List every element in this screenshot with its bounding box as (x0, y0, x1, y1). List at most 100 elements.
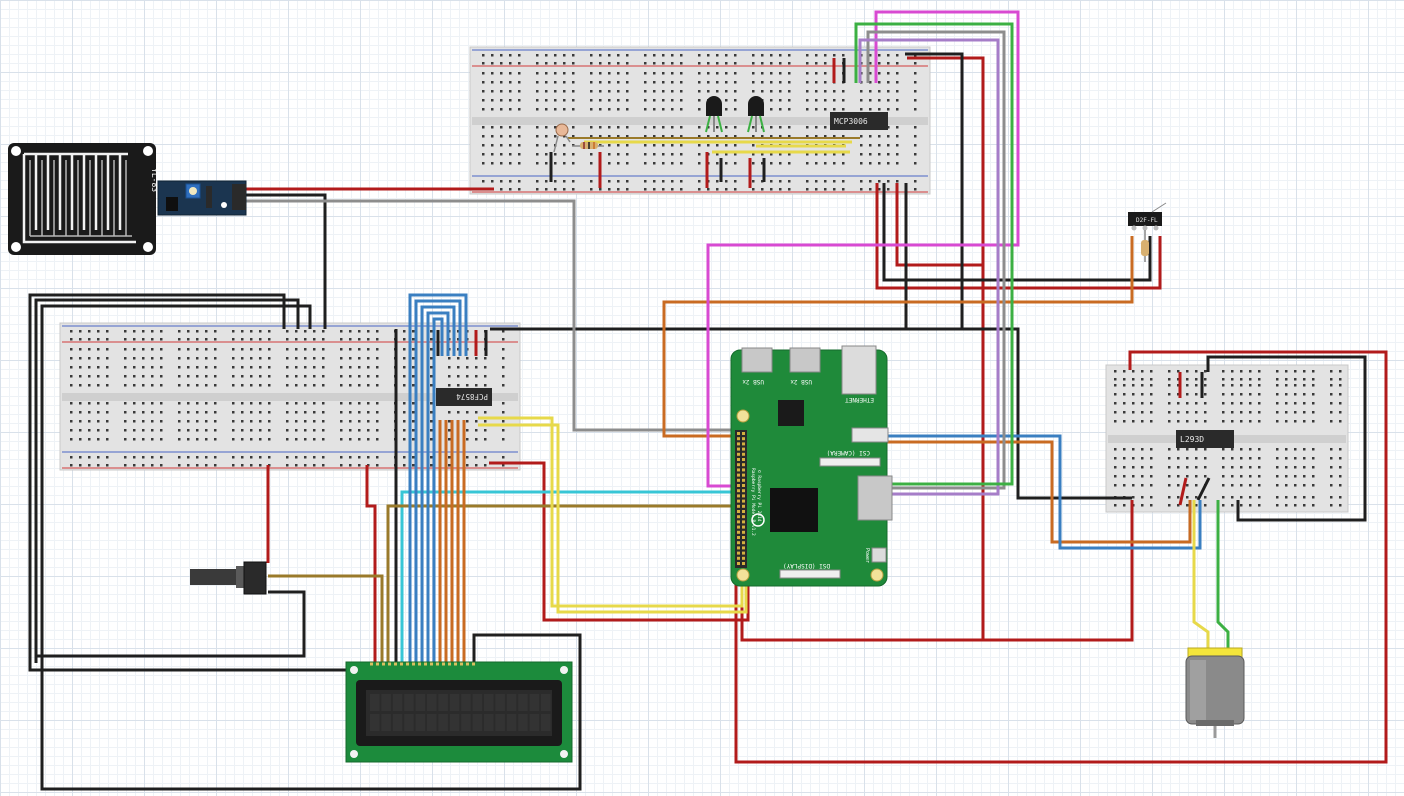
breadboard-hole (196, 456, 199, 459)
breadboard-hole (509, 153, 512, 156)
breadboard-hole (502, 438, 505, 441)
breadboard-hole (205, 338, 208, 341)
breadboard-hole (70, 411, 73, 414)
breadboard-hole (268, 348, 271, 351)
breadboard-hole (1330, 504, 1333, 507)
breadboard-hole (1114, 370, 1117, 373)
breadboard-hole (70, 338, 73, 341)
breadboard-hole (1339, 484, 1342, 487)
breadboard-hole (295, 429, 298, 432)
breadboard-hole (716, 144, 719, 147)
breadboard-hole (1141, 504, 1144, 507)
raspberry-pi: USB 2x USB 2x ETHERNET CSI (CAMERA) DSI … (730, 345, 893, 587)
breadboard-hole (1177, 466, 1180, 469)
breadboard-hole (1294, 420, 1297, 423)
breadboard-hole (322, 384, 325, 387)
breadboard-hole (788, 126, 791, 129)
breadboard-hole (1240, 393, 1243, 396)
breadboard-hole (1123, 411, 1126, 414)
breadboard-hole (617, 99, 620, 102)
breadboard-hole (482, 72, 485, 75)
breadboard-hole (1231, 402, 1234, 405)
breadboard-hole (1312, 384, 1315, 387)
breadboard-hole (878, 180, 881, 183)
breadboard-hole (1294, 496, 1297, 499)
breadboard-hole (815, 62, 818, 65)
breadboard-hole (79, 429, 82, 432)
breadboard-hole (376, 330, 379, 333)
breadboard-hole (304, 420, 307, 423)
breadboard-hole (376, 357, 379, 360)
lcd-cell (518, 694, 528, 711)
breadboard-hole (671, 99, 674, 102)
breadboard-hole (815, 54, 818, 57)
breadboard-hole (869, 162, 872, 165)
breadboard-hole (491, 72, 494, 75)
breadboard-hole (662, 72, 665, 75)
breadboard-hole (1204, 378, 1207, 381)
breadboard-hole (1177, 457, 1180, 460)
breadboard-hole (608, 99, 611, 102)
breadboard-hole (178, 420, 181, 423)
breadboard-hole (590, 62, 593, 65)
breadboard-hole (1294, 504, 1297, 507)
breadboard-hole (680, 99, 683, 102)
breadboard-hole (466, 438, 469, 441)
breadboard-hole (205, 429, 208, 432)
breadboard-hole (304, 330, 307, 333)
mcp3006-chip: MCP3006 (830, 112, 888, 130)
breadboard-hole (671, 72, 674, 75)
breadboard-hole (1276, 475, 1279, 478)
breadboard-hole (617, 90, 620, 93)
gpio-pin (737, 541, 740, 545)
breadboard-hole (1276, 411, 1279, 414)
breadboard-hole (88, 366, 91, 369)
breadboard-hole (752, 162, 755, 165)
breadboard-hole (860, 162, 863, 165)
breadboard-hole (1114, 475, 1117, 478)
breadboard-hole (304, 375, 307, 378)
breadboard-hole (482, 90, 485, 93)
breadboard-hole (680, 81, 683, 84)
breadboard-hole (545, 162, 548, 165)
breadboard-hole (367, 375, 370, 378)
breadboard-hole (295, 464, 298, 467)
breadboard-hole (491, 54, 494, 57)
breadboard-hole (268, 411, 271, 414)
breadboard-hole (376, 338, 379, 341)
breadboard-hole (860, 90, 863, 93)
breadboard-hole (653, 144, 656, 147)
breadboard-hole (502, 429, 505, 432)
breadboard-hole (1258, 393, 1261, 396)
gpio-pin (742, 452, 745, 456)
breadboard-hole (232, 330, 235, 333)
breadboard-hole (554, 90, 557, 93)
breadboard-hole (518, 99, 521, 102)
breadboard-hole (259, 384, 262, 387)
breadboard-hole (484, 384, 487, 387)
breadboard-hole (1339, 420, 1342, 423)
breadboard-hole (716, 180, 719, 183)
breadboard-hole (160, 464, 163, 467)
breadboard-hole (779, 54, 782, 57)
breadboard-hole (896, 126, 899, 129)
breadboard-hole (842, 54, 845, 57)
breadboard-hole (412, 366, 415, 369)
breadboard-hole (1258, 504, 1261, 507)
breadboard-hole (160, 411, 163, 414)
breadboard-hole (779, 162, 782, 165)
breadboard-hole (1231, 370, 1234, 373)
breadboard-hole (707, 62, 710, 65)
breadboard-hole (160, 357, 163, 360)
breadboard-hole (367, 438, 370, 441)
breadboard-hole (250, 366, 253, 369)
breadboard-hole (1339, 393, 1342, 396)
gpio-pin (742, 478, 745, 482)
breadboard-hole (1204, 402, 1207, 405)
breadboard-hole (367, 384, 370, 387)
camera-label: CSI (CAMERA) (827, 449, 870, 456)
breadboard-hole (1294, 411, 1297, 414)
breadboard-hole (536, 180, 539, 183)
breadboard-hole (608, 54, 611, 57)
breadboard-hole (536, 99, 539, 102)
